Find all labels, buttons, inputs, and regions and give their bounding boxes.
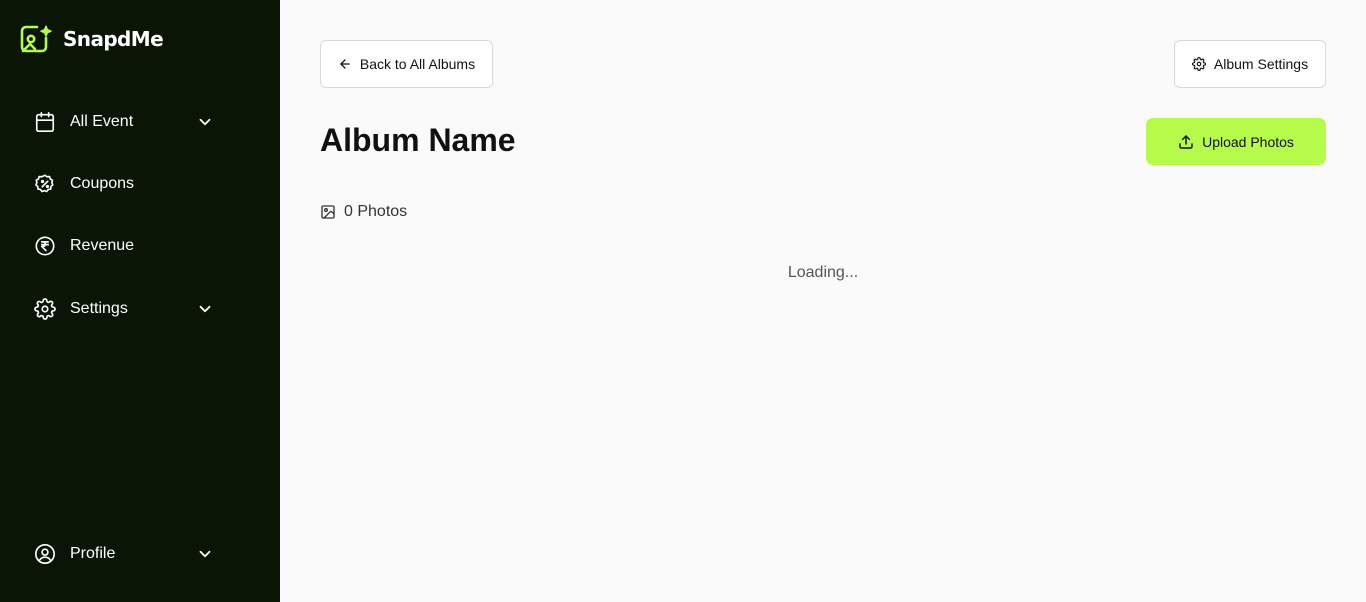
sidebar-item-label: Profile: [70, 545, 116, 562]
sidebar-item-label: Coupons: [70, 175, 135, 192]
chevron-down-icon[interactable]: [196, 300, 214, 318]
gear-icon: [34, 298, 56, 320]
gear-icon: [1191, 57, 1206, 71]
sidebar-item-revenue[interactable]: Revenue: [34, 232, 214, 260]
upload-photos-button[interactable]: Upload Photos: [1146, 118, 1326, 165]
logo-icon: [20, 25, 52, 53]
sidebar-item-coupons[interactable]: Coupons: [34, 170, 214, 198]
sidebar-item-all-event[interactable]: All Event: [34, 108, 214, 136]
rupee-icon: [35, 236, 55, 256]
sidebar-item-label: Settings: [70, 300, 128, 317]
back-to-albums-button[interactable]: Back to All Albums: [320, 40, 493, 88]
calendar-icon: [35, 112, 55, 132]
sidebar: SnapdMe All Event Coupons Revenue Settin…: [0, 0, 280, 602]
main-content: Back to All Albums Album Settings Album …: [280, 0, 1366, 602]
sidebar-item-label: All Event: [70, 113, 134, 130]
sidebar-item-label: Revenue: [70, 237, 135, 254]
album-settings-button[interactable]: Album Settings: [1174, 40, 1326, 88]
loading-indicator: Loading...: [787, 264, 859, 281]
page-title: Album Name: [320, 122, 516, 158]
chevron-down-icon[interactable]: [196, 545, 214, 563]
image-icon: [321, 205, 335, 219]
photo-count-label: 0 Photos: [344, 203, 408, 220]
upload-button-label: Upload Photos: [1202, 133, 1294, 150]
settings-button-label: Album Settings: [1213, 56, 1309, 72]
back-button-label: Back to All Albums: [359, 56, 476, 72]
brand[interactable]: SnapdMe: [20, 24, 164, 54]
brand-name: SnapdMe: [63, 27, 164, 51]
sidebar-item-settings[interactable]: Settings: [34, 295, 214, 323]
coupon-icon: [35, 174, 54, 193]
chevron-down-icon[interactable]: [196, 113, 214, 131]
arrow-left-icon: [340, 59, 350, 69]
sidebar-item-profile[interactable]: Profile: [34, 540, 214, 568]
upload-icon: [1179, 134, 1193, 149]
user-circle-icon: [35, 544, 55, 564]
photo-count: 0 Photos: [320, 203, 407, 221]
